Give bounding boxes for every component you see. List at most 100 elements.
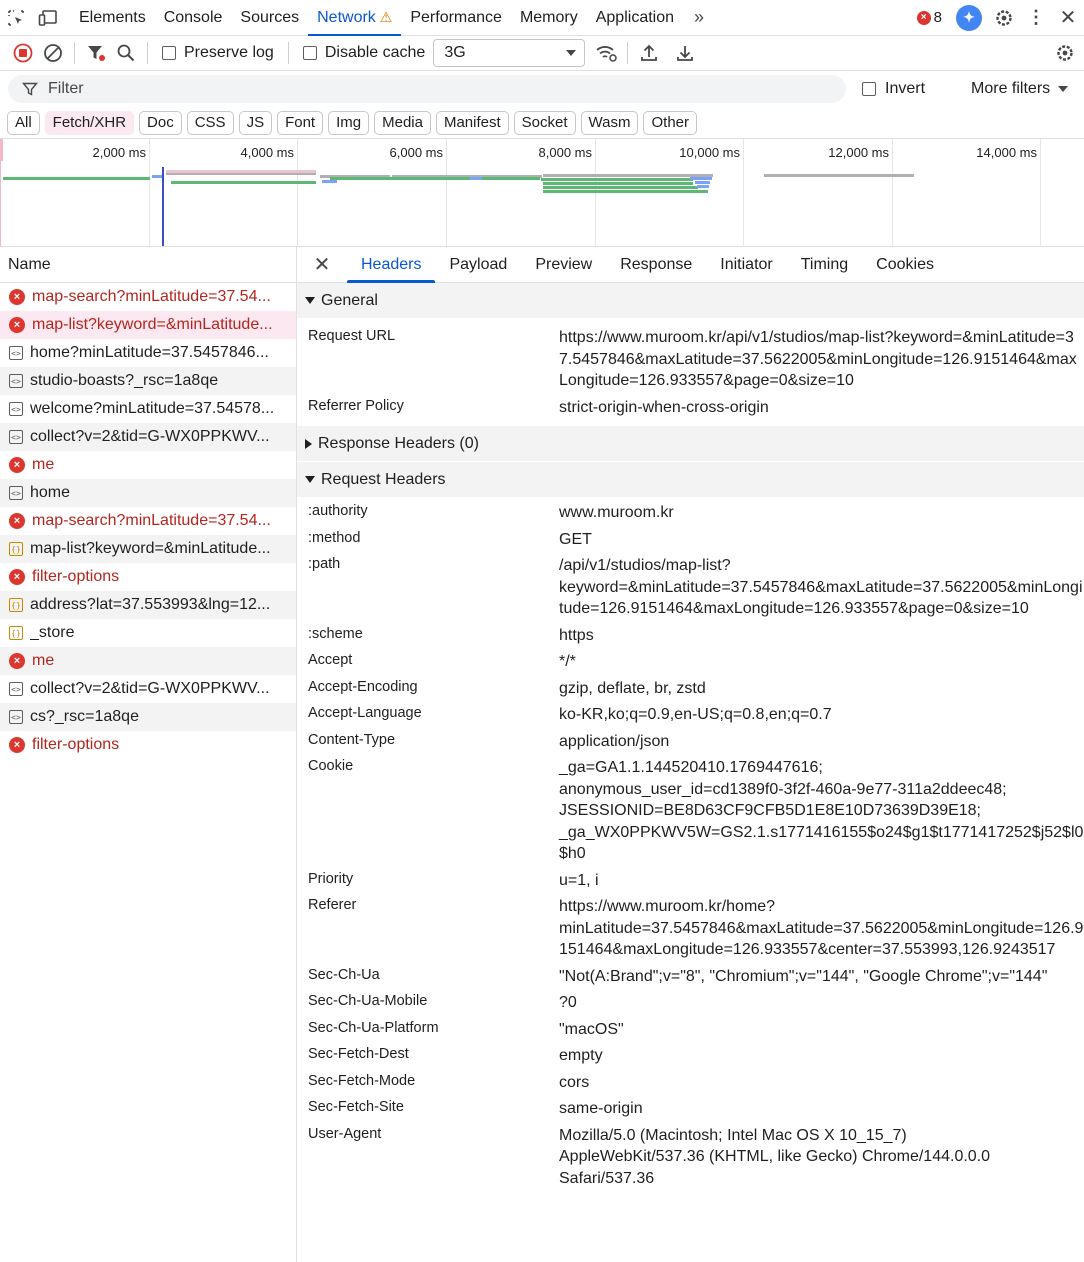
request-row[interactable]: <> home xyxy=(0,479,296,507)
network-settings-gear-icon[interactable] xyxy=(1050,38,1080,68)
inspect-element-icon[interactable] xyxy=(0,0,32,36)
tab-timing[interactable]: Timing xyxy=(787,247,862,283)
tab-application[interactable]: Application xyxy=(587,0,683,36)
header-value: "macOS" xyxy=(559,1020,624,1038)
request-row[interactable]: <> cs?_rsc=1a8qe xyxy=(0,703,296,731)
request-row[interactable]: <> studio-boasts?_rsc=1a8qe xyxy=(0,367,296,395)
clear-icon[interactable] xyxy=(38,38,68,68)
tab-headers[interactable]: Headers xyxy=(347,247,436,283)
header-row: Request URL https://www.muroom.kr/api/v1/… xyxy=(297,327,1084,392)
ai-assistance-icon[interactable]: ✦ xyxy=(956,4,982,31)
header-name: Cookie xyxy=(308,758,354,774)
search-icon[interactable] xyxy=(111,38,141,68)
more-tabs-chevron-icon[interactable]: » xyxy=(683,0,715,36)
type-filter-socket[interactable]: Socket xyxy=(513,110,576,135)
overview-gridline xyxy=(743,139,744,246)
tab-preview[interactable]: Preview xyxy=(521,247,606,283)
column-header-name[interactable]: Name xyxy=(0,247,296,283)
disable-cache-label: Disable cache xyxy=(324,44,426,61)
request-row[interactable]: × map-search?minLatitude=37.54... xyxy=(0,283,296,311)
device-toolbar-icon[interactable] xyxy=(32,0,64,36)
request-name: home?minLatitude=37.5457846... xyxy=(30,344,269,361)
request-row[interactable]: × me xyxy=(0,647,296,675)
kebab-menu-icon[interactable]: ⋮ xyxy=(1020,0,1052,36)
error-icon: × xyxy=(9,457,25,473)
tab-initiator[interactable]: Initiator xyxy=(706,247,786,283)
request-row[interactable]: <> welcome?minLatitude=37.54578... xyxy=(0,395,296,423)
tab-response[interactable]: Response xyxy=(606,247,706,283)
checkbox-box[interactable] xyxy=(862,82,876,96)
request-row[interactable]: <> collect?v=2&tid=G-WX0PPKWV... xyxy=(0,423,296,451)
more-filters-dropdown[interactable]: More filters xyxy=(971,80,1069,98)
tab-cookies[interactable]: Cookies xyxy=(862,247,948,283)
request-row[interactable]: × map-search?minLatitude=37.54... xyxy=(0,507,296,535)
chevron-down-icon xyxy=(1058,86,1069,92)
request-name: collect?v=2&tid=G-WX0PPKWV... xyxy=(30,428,270,445)
tab-performance[interactable]: Performance xyxy=(401,0,511,36)
type-filter-manifest[interactable]: Manifest xyxy=(435,110,509,135)
error-icon: × xyxy=(9,653,25,669)
tab-payload[interactable]: Payload xyxy=(435,247,521,283)
close-details-icon[interactable]: ✕ xyxy=(297,247,347,283)
type-filter-img[interactable]: Img xyxy=(328,110,370,135)
export-har-download-icon[interactable] xyxy=(670,38,700,68)
filter-funnel-icon[interactable] xyxy=(81,38,111,68)
request-name: studio-boasts?_rsc=1a8qe xyxy=(30,372,219,389)
close-icon[interactable]: ✕ xyxy=(1052,0,1084,36)
request-row[interactable]: <> home?minLatitude=37.5457846... xyxy=(0,339,296,367)
type-filter-wasm[interactable]: Wasm xyxy=(580,110,639,135)
request-row[interactable]: {} _store xyxy=(0,619,296,647)
tab-network[interactable]: Network ⚠ xyxy=(308,0,402,36)
response-headers-section-header[interactable]: Response Headers (0) xyxy=(297,426,1084,462)
tab-console[interactable]: Console xyxy=(155,0,232,36)
request-row[interactable]: × filter-options xyxy=(0,731,296,759)
general-section-header[interactable]: General xyxy=(297,283,1084,319)
header-row: Accept */* xyxy=(297,651,1084,673)
header-name: :method xyxy=(308,529,361,546)
overview-request-bar xyxy=(695,181,710,184)
tab-elements[interactable]: Elements xyxy=(70,0,155,36)
error-counter[interactable]: × 8 xyxy=(909,9,950,26)
type-filter-font[interactable]: Font xyxy=(277,110,324,135)
throttling-select[interactable]: 3G xyxy=(433,39,586,67)
preserve-log-checkbox[interactable]: Preserve log xyxy=(154,44,282,62)
header-value: application/json xyxy=(559,732,670,750)
overview-request-bar xyxy=(470,177,482,180)
header-name: Accept xyxy=(308,652,353,668)
tab-memory[interactable]: Memory xyxy=(511,0,587,36)
overview-tick-label: 10,000 ms xyxy=(679,145,740,160)
disable-cache-checkbox[interactable]: Disable cache xyxy=(295,44,434,62)
request-row[interactable]: × me xyxy=(0,451,296,479)
header-row: Accept-Encoding gzip, deflate, br, zstd xyxy=(297,678,1084,700)
request-row[interactable]: × map-list?keyword=&minLatitude... xyxy=(0,311,296,339)
type-filter-other[interactable]: Other xyxy=(643,110,697,135)
type-filter-doc[interactable]: Doc xyxy=(139,110,182,135)
overview-request-bar xyxy=(543,190,708,193)
type-filter-js[interactable]: JS xyxy=(238,110,273,135)
header-value: ko-KR,ko;q=0.9,en-US;q=0.8,en;q=0.7 xyxy=(559,706,832,723)
request-row[interactable]: × filter-options xyxy=(0,563,296,591)
request-row[interactable]: {} address?lat=37.553993&lng=12... xyxy=(0,591,296,619)
type-filter-all[interactable]: All xyxy=(7,110,40,135)
header-value: strict-origin-when-cross-origin xyxy=(559,398,769,416)
import-har-upload-icon[interactable] xyxy=(634,38,664,68)
type-filter-media[interactable]: Media xyxy=(374,110,431,135)
header-row: User-Agent Mozilla/5.0 (Macintosh; Intel … xyxy=(297,1125,1084,1190)
checkbox-box[interactable] xyxy=(302,46,317,60)
error-icon: × xyxy=(916,10,931,25)
settings-gear-icon[interactable] xyxy=(988,0,1020,36)
network-conditions-icon[interactable] xyxy=(591,38,621,68)
invert-label: Invert xyxy=(885,80,926,97)
network-overview-timeline[interactable]: 2,000 ms 4,000 ms 6,000 ms 8,000 ms 10,000 m… xyxy=(0,139,1084,247)
stop-recording-icon[interactable] xyxy=(8,38,38,68)
fetch-json-icon: {} xyxy=(9,598,23,612)
checkbox-box[interactable] xyxy=(162,46,176,60)
request-row[interactable]: <> collect?v=2&tid=G-WX0PPKWV... xyxy=(0,675,296,703)
tab-sources[interactable]: Sources xyxy=(231,0,308,36)
type-filter-css[interactable]: CSS xyxy=(186,110,234,135)
request-headers-section-header[interactable]: Request Headers xyxy=(297,462,1084,498)
request-row[interactable]: {} map-list?keyword=&minLatitude... xyxy=(0,535,296,563)
filter-input[interactable]: Filter xyxy=(8,75,846,103)
invert-checkbox[interactable]: Invert xyxy=(862,80,925,98)
type-filter-fetch-xhr[interactable]: Fetch/XHR xyxy=(44,110,135,135)
